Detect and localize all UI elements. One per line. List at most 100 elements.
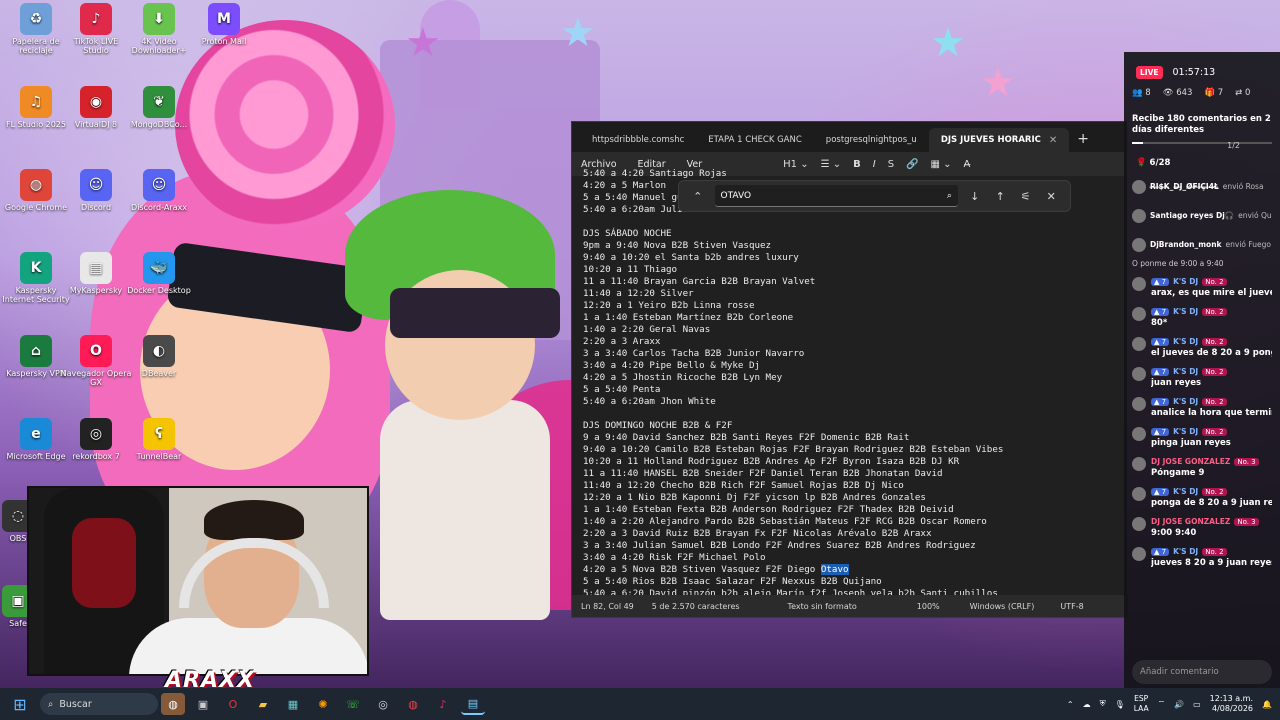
document-line: 11 a 11:40 Brayan Garcia B2B Brayan Valv… [583, 276, 1123, 288]
gift-user[interactable]: Santiago reyes Dj🎧 [1150, 211, 1234, 220]
line-text: 5 a 5:40 Penta [583, 384, 661, 395]
avatar[interactable] [1132, 307, 1146, 321]
desktop-icon[interactable]: ❦ MongoDBCo... [123, 86, 195, 129]
level-badge: ▲ 7 [1151, 397, 1170, 406]
desktop-icon[interactable]: ▤ MyKaspersky [60, 252, 132, 295]
gift-user[interactable]: R̶I̶$̶K̶_D̶J̶_Ø̶F̶I̶Ç̶I̶4̶Ł̶ [1150, 182, 1219, 191]
chat-username[interactable]: K'S DJ [1173, 427, 1198, 436]
avatar[interactable] [1132, 208, 1146, 223]
tunnelbear-icon: ʕ [143, 418, 175, 450]
avatar[interactable] [1132, 367, 1146, 381]
chat-username[interactable]: DJ JOSE GONZALEZ [1151, 457, 1230, 466]
find-options-icon[interactable]: ⚟ [1017, 190, 1035, 203]
avatar[interactable] [1132, 517, 1146, 531]
comment-input[interactable]: Añadir comentario [1132, 660, 1272, 684]
chat-username[interactable]: K'S DJ [1173, 397, 1198, 406]
chat-username[interactable]: K'S DJ [1173, 337, 1198, 346]
chat-username[interactable]: K'S DJ [1173, 307, 1198, 316]
avatar[interactable] [1132, 179, 1146, 194]
level-badge: ▲ 7 [1151, 427, 1170, 436]
gift-user[interactable]: DjBrandon_monk [1150, 240, 1222, 249]
language-indicator[interactable]: ESP LAA [1134, 694, 1149, 714]
avatar[interactable] [1132, 547, 1146, 561]
battery-icon[interactable]: ▭ [1193, 700, 1201, 709]
collapse-replace-icon[interactable]: ⌃ [689, 190, 707, 203]
rank-badge: No. 2 [1202, 487, 1227, 496]
chat-username[interactable]: K'S DJ [1173, 277, 1198, 286]
notepad-icon[interactable]: ▤ [461, 693, 485, 715]
tab-djs-jueves[interactable]: DJS JUEVES HORARIC ✕ [928, 128, 1070, 152]
desktop-icon[interactable]: ʕ TunnelBear [123, 418, 195, 461]
tab-label: DJS JUEVES HORARIC [940, 135, 1041, 145]
desktop-icon[interactable]: ☺ Discord [60, 169, 132, 212]
document-line: 9:40 a 10:20 el Santa b2b andres luxury [583, 252, 1123, 264]
new-tab-button[interactable]: + [1077, 131, 1089, 147]
format-mode[interactable]: Texto sin formato [779, 602, 866, 611]
chat-username[interactable]: K'S DJ [1173, 547, 1198, 556]
obs-icon[interactable]: ◎ [371, 693, 395, 715]
task-view-icon[interactable]: ▣ [191, 693, 215, 715]
fl-studio-icon[interactable]: ✺ [311, 693, 335, 715]
find-input-value: OTAVO [720, 190, 752, 201]
chat-username[interactable]: DJ JOSE GONZALEZ [1151, 517, 1230, 526]
avatar[interactable] [1132, 277, 1146, 291]
document-line: 2:20 a 3 Araxx [583, 336, 1123, 348]
chat-username[interactable]: K'S DJ [1173, 487, 1198, 496]
document-text-area[interactable]: 5:40 a 4:20 Santiago Rojas 4:20 a 5 Marlo… [583, 168, 1123, 596]
desktop-icon[interactable]: ☺ Discord-Araxx [123, 169, 195, 212]
close-find-icon[interactable]: ✕ [1042, 190, 1060, 203]
chat-message-text: jueves 8 20 a 9 juan reyes [1151, 558, 1272, 568]
tab-postgres[interactable]: postgresqlnightpos_u [814, 128, 929, 152]
shield-icon[interactable]: ⛨ [1100, 699, 1106, 709]
avatar[interactable] [1132, 487, 1146, 501]
line-text: 1:40 a 2:20 Geral Navas [583, 324, 711, 335]
close-tab-icon[interactable]: ✕ [1049, 135, 1057, 146]
desktop-icon[interactable]: ◎ rekordbox 7 [60, 418, 132, 461]
zoom-level[interactable]: 100% [908, 602, 949, 611]
clock[interactable]: 12:13 a.m. 4/08/2026 [1210, 694, 1253, 714]
mic-icon[interactable]: 🎙 [1115, 700, 1125, 709]
document-line: 12:20 a 1 Yeiro B2b Linna rosse [583, 300, 1123, 312]
desktop-icon[interactable]: M Proton Mail [188, 3, 260, 46]
store-icon[interactable]: ▦ [281, 693, 305, 715]
tiktok-icon[interactable]: ♪ [431, 693, 455, 715]
line-ending[interactable]: Windows (CRLF) [961, 602, 1044, 611]
desktop-icon[interactable]: ◐ DBeaver [123, 335, 195, 378]
whatsapp-icon[interactable]: ☏ [341, 693, 365, 715]
volume-icon[interactable]: 🔊 [1174, 700, 1184, 709]
taskbar-search[interactable]: ⌕ Buscar [40, 693, 158, 715]
avatar[interactable] [1132, 337, 1146, 351]
avatar[interactable] [1132, 457, 1146, 471]
find-next-icon[interactable]: ↓ [966, 190, 984, 203]
search-icon[interactable]: ⌕ [947, 191, 952, 201]
chevron-up-icon[interactable]: ⌃ [1067, 700, 1074, 709]
taskbar-app-icon[interactable]: ◍ [161, 693, 185, 715]
desktop-icon[interactable]: ⬇ 4K Video Downloader+ [123, 3, 195, 55]
level-number: 7 [1161, 277, 1167, 286]
desktop-icon[interactable]: O Navegador Opera GX [60, 335, 132, 387]
opera-icon[interactable]: O [221, 693, 245, 715]
desktop-icon[interactable]: ♪ TikTok LIVE Studio [60, 3, 132, 55]
windows-start-icon[interactable]: ⊞ [0, 695, 40, 714]
avatar[interactable] [1132, 427, 1146, 441]
line-text: 9 a 9:40 David Sanchez B2B Santi Reyes F… [583, 432, 910, 443]
goal-pager[interactable]: 1/2 [1124, 141, 1280, 150]
encoding[interactable]: UTF-8 [1051, 602, 1092, 611]
folder-icon[interactable]: ▰ [251, 693, 275, 715]
tab-dribbble[interactable]: httpsdribbble.comshc [580, 128, 696, 152]
chat-username[interactable]: K'S DJ [1173, 367, 1198, 376]
notification-bell-icon[interactable]: 🔔 [1262, 700, 1272, 709]
find-input[interactable]: OTAVO ⌕ [714, 185, 958, 207]
wifi-icon[interactable]: ⌔ [1158, 699, 1166, 709]
tab-etapa[interactable]: ETAPA 1 CHECK GANC [696, 128, 814, 152]
onedrive-icon[interactable]: ☁ [1083, 700, 1091, 709]
desktop-icon[interactable]: 🐳 Docker Desktop [123, 252, 195, 295]
avatar[interactable] [1132, 237, 1146, 252]
chrome-icon[interactable]: ◍ [401, 693, 425, 715]
find-previous-icon[interactable]: ↑ [991, 190, 1009, 203]
share-count: 0 [1245, 88, 1251, 98]
avatar[interactable] [1132, 397, 1146, 411]
desktop-icon[interactable]: ◉ VirtualDJ 8 [60, 86, 132, 129]
gift-icon: 🌹 [1136, 158, 1150, 168]
webcam-overlay [27, 486, 369, 676]
